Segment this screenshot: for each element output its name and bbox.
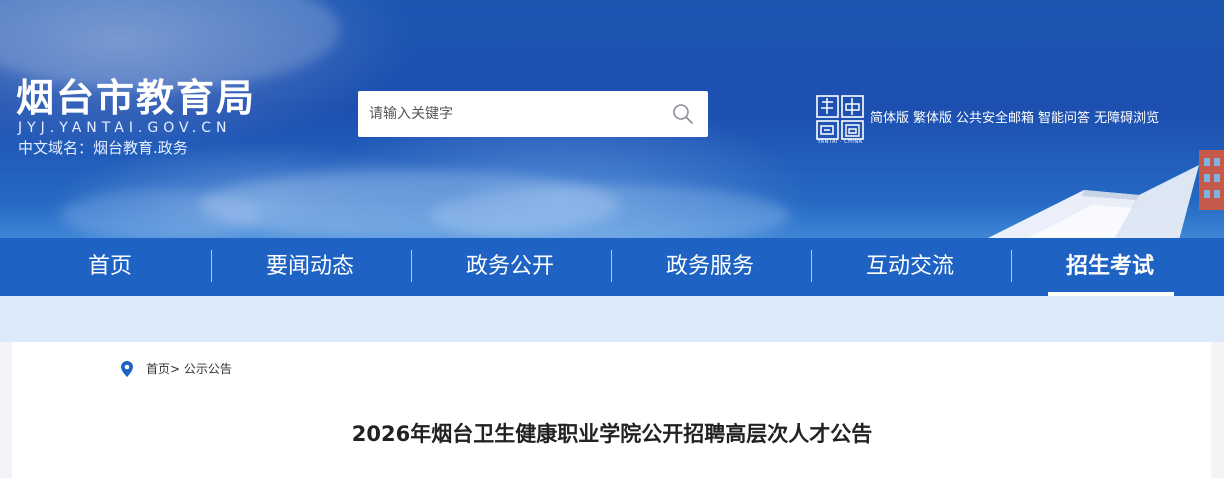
breadcrumb-current[interactable]: 公示公告 (184, 362, 232, 376)
cloud-decoration (60, 190, 260, 238)
link-public-security-mailbox[interactable]: 公共安全邮箱 (956, 107, 1034, 126)
sub-strip (0, 296, 1224, 342)
breadcrumb-home[interactable]: 首页> (146, 362, 180, 376)
link-simplified[interactable]: 简体版 (870, 107, 909, 126)
site-logo-title[interactable]: 烟台市教育局 (16, 76, 256, 120)
search-input[interactable] (358, 91, 658, 137)
nav-government-affairs[interactable]: 政务公开 (410, 238, 610, 296)
cloud-decoration (430, 185, 790, 238)
search-box (358, 91, 708, 137)
nav-interaction[interactable]: 互动交流 (810, 238, 1010, 296)
emblem-caption: YANTAI · CHINA (817, 139, 863, 145)
link-smart-qa[interactable]: 智能问答 (1038, 107, 1090, 126)
nav-home[interactable]: 首页 (10, 238, 210, 296)
nav-admissions-exams[interactable]: 招生考试 (1010, 238, 1210, 296)
link-accessibility[interactable]: 无障碍浏览 (1094, 107, 1159, 126)
open-book-decoration (988, 150, 1224, 238)
nav-news[interactable]: 要闻动态 (210, 238, 410, 296)
nav-government-services[interactable]: 政务服务 (610, 238, 810, 296)
main-nav: 首页 要闻动态 政务公开 政务服务 互动交流 招生考试 (0, 238, 1224, 296)
article-title: 2026年烟台卫生健康职业学院公开招聘高层次人才公告 (351, 422, 873, 446)
breadcrumb: 首页> 公示公告 (146, 361, 232, 377)
search-icon[interactable] (672, 103, 694, 125)
site-domain: JYJ.YANTAI.GOV.CN (18, 120, 232, 136)
link-traditional[interactable]: 繁体版 (913, 107, 952, 126)
china-yantai-emblem-icon (816, 95, 864, 140)
location-pin-icon (121, 361, 133, 377)
top-links: 简体版 繁体版 公共安全邮箱 智能问答 无障碍浏览 (870, 107, 1159, 126)
site-cn-domain: 中文域名：烟台教育.政务 (18, 139, 188, 157)
